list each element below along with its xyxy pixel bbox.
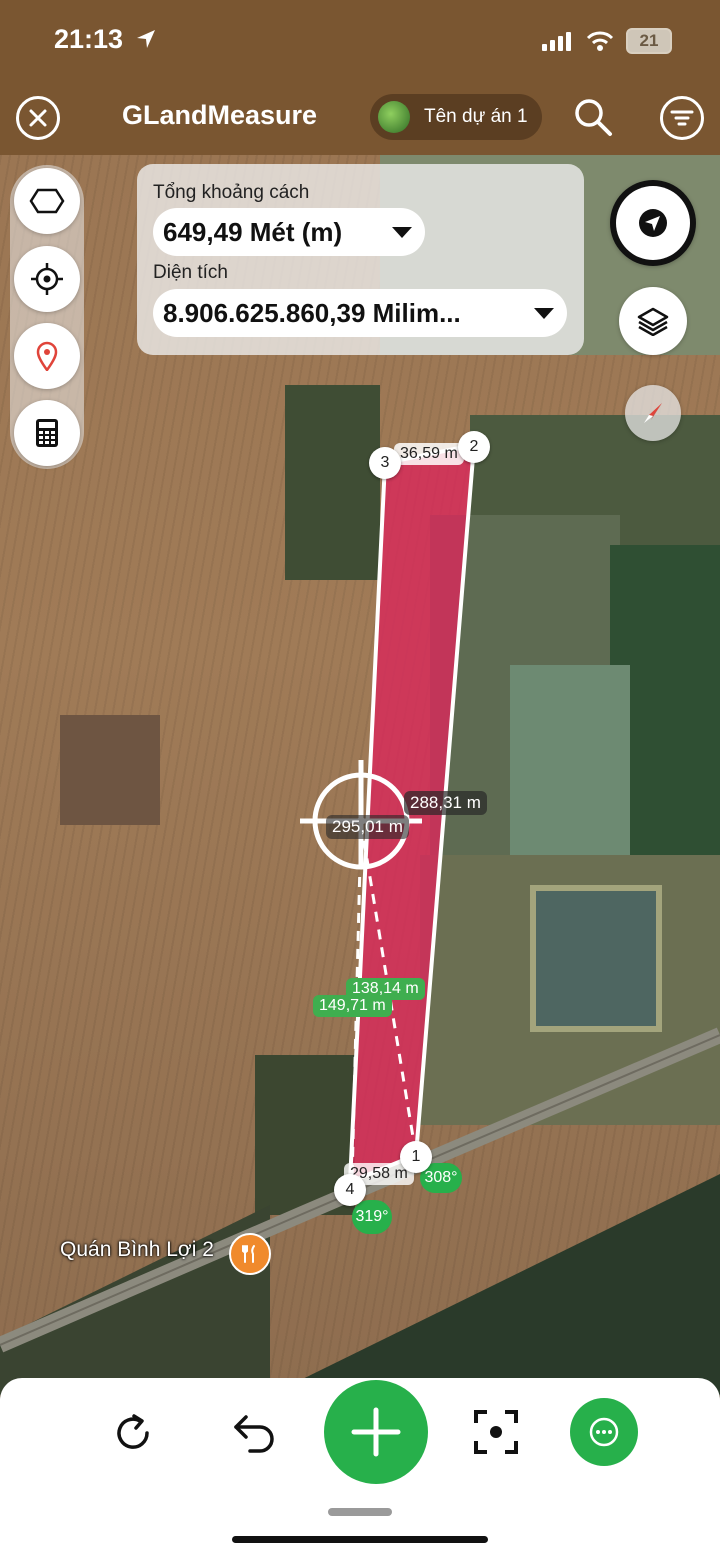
area-unit-dropdown[interactable]: 8.906.625.860,39 Milim... [153, 289, 567, 337]
vertex-marker-2[interactable]: 2 [458, 431, 490, 463]
focus-button[interactable] [472, 1408, 520, 1456]
project-thumbnail [378, 101, 410, 133]
add-point-button[interactable] [324, 1380, 428, 1484]
vertex-marker-3[interactable]: 3 [369, 447, 401, 479]
wifi-icon [586, 31, 614, 51]
distance-value: 649,49 Mét (m) [163, 216, 343, 247]
refresh-icon [117, 1414, 149, 1449]
app-title: GLandMeasure [122, 100, 318, 130]
edge-label-current: 295,01 m [326, 815, 409, 839]
navigate-button[interactable] [610, 180, 696, 266]
chevron-down-icon [392, 227, 412, 238]
undo-button[interactable] [232, 1410, 278, 1456]
vertex-marker-1[interactable]: 1 [400, 1141, 432, 1173]
undo-icon [234, 1415, 274, 1453]
filter-menu-icon [670, 110, 694, 126]
battery-indicator: 21 [626, 28, 672, 54]
pin-button[interactable] [14, 323, 80, 389]
close-icon [29, 109, 47, 127]
menu-button[interactable] [660, 96, 704, 140]
status-time: 21:13 [54, 24, 157, 55]
app-header: 21:13 21 GLandMeasure Tên dự án 1 [0, 0, 720, 155]
plus-icon [351, 1407, 401, 1457]
crosshair-icon [31, 263, 63, 295]
restaurant-icon[interactable] [229, 1233, 271, 1275]
guide-label-b: 149,71 m [313, 995, 392, 1017]
calculator-icon [36, 419, 58, 447]
polygon-icon [29, 188, 65, 214]
focus-target-icon [474, 1410, 518, 1454]
distance-unit-dropdown[interactable]: 649,49 Mét (m) [153, 208, 425, 256]
status-icons: 21 [542, 28, 672, 54]
signal-icon [542, 32, 571, 51]
project-selector[interactable]: Tên dự án 1 [370, 94, 542, 140]
layers-button[interactable] [619, 287, 687, 355]
compass-icon [644, 403, 662, 423]
status-time-text: 21:13 [54, 24, 124, 54]
poi-label[interactable]: Quán Bình Lợi 2 [60, 1238, 214, 1262]
crosshair-button[interactable] [14, 246, 80, 312]
sheet-grabber[interactable] [328, 1508, 392, 1516]
project-name: Tên dự án 1 [424, 106, 528, 127]
polygon-mode-button[interactable] [14, 168, 80, 234]
location-pin-icon [36, 341, 58, 371]
more-button[interactable] [570, 1398, 638, 1466]
compass-button[interactable] [625, 385, 681, 441]
area-label: Diện tích [153, 262, 228, 283]
navigation-arrow-icon [639, 209, 667, 237]
edge-label-right: 288,31 m [404, 791, 487, 815]
area-value: 8.906.625.860,39 Milim... [163, 297, 461, 328]
distance-label: Tổng khoảng cách [153, 182, 310, 203]
angle-badge-4: 319° [352, 1200, 392, 1234]
layers-icon [637, 307, 669, 336]
chevron-down-icon [534, 308, 554, 319]
edge-label-top: 36,59 m [394, 443, 464, 465]
more-icon [589, 1417, 619, 1447]
home-indicator [232, 1536, 488, 1543]
search-button[interactable] [572, 96, 614, 138]
search-icon [575, 99, 612, 136]
location-arrow-icon [136, 30, 155, 48]
navigate-button-inner [616, 186, 690, 260]
vertex-marker-4[interactable]: 4 [334, 1174, 366, 1206]
calculator-button[interactable] [14, 400, 80, 466]
refresh-button[interactable] [110, 1410, 156, 1456]
close-button[interactable] [16, 96, 60, 140]
measurement-panel: Tổng khoảng cách 649,49 Mét (m) Diện tíc… [137, 164, 584, 355]
